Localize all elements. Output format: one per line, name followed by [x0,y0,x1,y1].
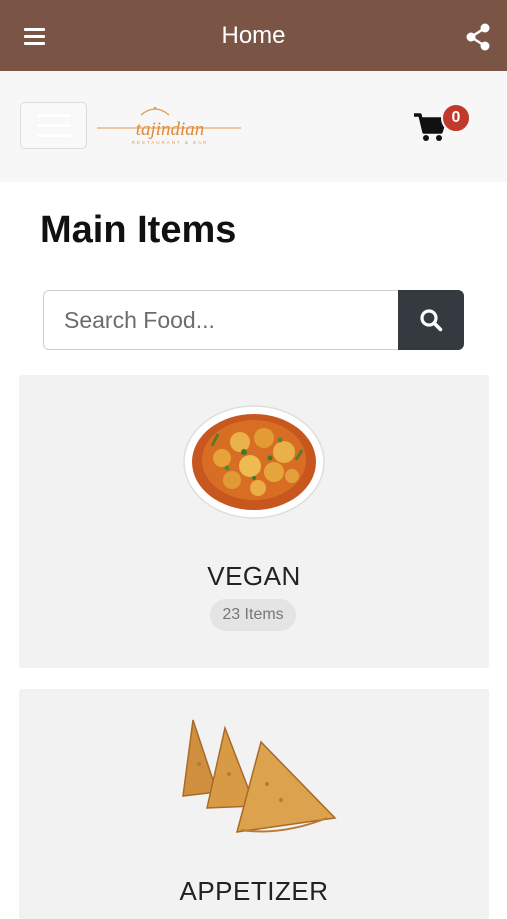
vegetable-curry-image [183,405,325,519]
search-food-input[interactable] [43,290,399,350]
navbar-toggle-button[interactable] [20,102,87,149]
restaurant-logo[interactable]: tajindian RESTAURANT & BAR [95,105,245,151]
app-bar-title: Home [221,22,286,49]
cart-count-badge: 0 [441,103,471,133]
category-name: VEGAN [207,561,301,591]
category-name: APPETIZER [179,876,329,906]
category-card-vegan[interactable]: VEGAN 23 Items [19,375,489,668]
site-header: tajindian RESTAURANT & BAR [0,71,507,182]
svg-text:tajindian: tajindian [136,119,205,140]
samosa-image [182,719,337,833]
svg-text:RESTAURANT & BAR: RESTAURANT & BAR [132,140,209,145]
category-card-appetizer[interactable]: APPETIZER [19,689,489,919]
search-icon [420,309,443,332]
search-button[interactable] [398,290,464,350]
page-title: Main Items [40,209,237,251]
category-item-count-badge: 23 Items [210,599,296,631]
app-bar: Home [0,0,507,71]
share-icon[interactable] [465,23,491,51]
